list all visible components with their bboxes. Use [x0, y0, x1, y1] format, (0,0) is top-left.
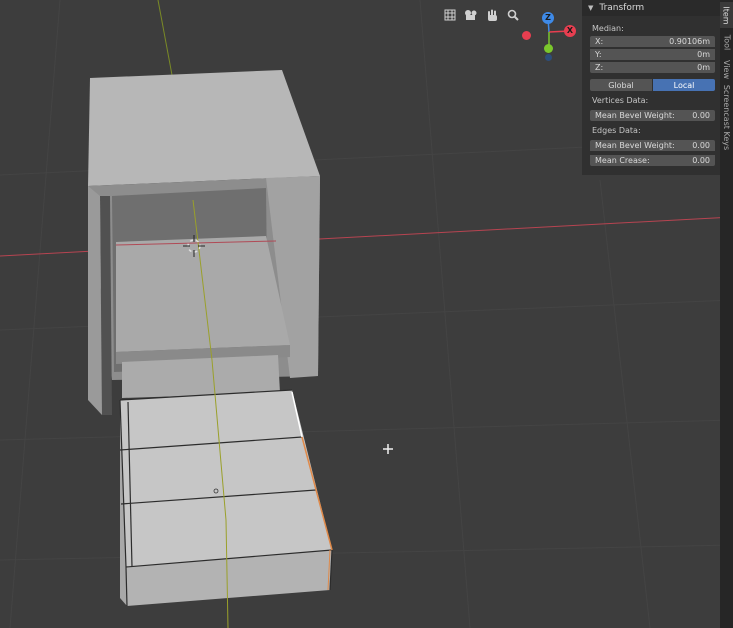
- median-y-field[interactable]: Y: 0m: [590, 49, 715, 60]
- tab-tool[interactable]: Tool: [720, 30, 733, 54]
- median-z-field[interactable]: Z: 0m: [590, 62, 715, 73]
- tab-view-label: View: [722, 59, 732, 79]
- gizmo-neg-x-axis[interactable]: [522, 31, 531, 40]
- tab-screencast-keys-label: Screencast Keys: [722, 84, 732, 150]
- caret-down-icon: ▼: [588, 4, 594, 12]
- sidebar-panel: ▼ Transform Median: X: 0.90106m Y: 0m Z:…: [582, 0, 720, 175]
- grid-perspective-icon[interactable]: [441, 6, 459, 24]
- edge-mean-bevel-weight-label: Mean Bevel Weight:: [595, 141, 675, 150]
- edge-mean-bevel-weight-value: 0.00: [692, 141, 710, 150]
- median-x-value: 0.90106m: [669, 37, 710, 46]
- gizmo-y-axis[interactable]: [544, 44, 553, 53]
- transform-panel-header[interactable]: ▼ Transform: [582, 0, 720, 16]
- edge-mean-crease-value: 0.00: [692, 156, 710, 165]
- edge-mean-bevel-weight-field[interactable]: Mean Bevel Weight: 0.00: [590, 140, 715, 151]
- global-toggle[interactable]: Global: [590, 79, 652, 91]
- hand-pan-icon[interactable]: [483, 6, 501, 24]
- local-toggle[interactable]: Local: [653, 79, 715, 91]
- local-toggle-label: Local: [673, 80, 695, 90]
- edge-mean-crease-label: Mean Crease:: [595, 156, 650, 165]
- gizmo-z-label: Z: [545, 13, 551, 22]
- global-toggle-label: Global: [608, 80, 634, 90]
- blender-window: Z X ▼ Transform Median: X: 0.90106m Y: 0…: [0, 0, 733, 628]
- median-x-field[interactable]: X: 0.90106m: [590, 36, 715, 47]
- camera-icon[interactable]: [462, 6, 480, 24]
- median-z-label: Z:: [595, 63, 604, 72]
- transform-panel-title: Transform: [599, 3, 645, 13]
- tab-screencast-keys[interactable]: Screencast Keys: [720, 84, 733, 150]
- edge-mean-crease-field[interactable]: Mean Crease: 0.00: [590, 155, 715, 166]
- vertices-data-heading: Vertices Data:: [592, 96, 649, 105]
- median-label: Median:: [592, 24, 624, 33]
- vertex-mean-bevel-weight-label: Mean Bevel Weight:: [595, 111, 675, 120]
- gizmo-neg-y-axis[interactable]: [545, 54, 552, 61]
- tab-item-label: Item: [722, 5, 731, 25]
- navigation-gizmo[interactable]: Z X: [518, 8, 580, 64]
- median-x-label: X:: [595, 37, 604, 46]
- vertex-mean-bevel-weight-value: 0.00: [692, 111, 710, 120]
- sidebar-tabs: Item Tool View Screencast Keys: [720, 0, 733, 628]
- median-y-value: 0m: [697, 50, 710, 59]
- gizmo-x-label: X: [566, 26, 574, 35]
- tab-item[interactable]: Item: [720, 2, 733, 28]
- median-y-label: Y:: [595, 50, 602, 59]
- edges-data-heading: Edges Data:: [592, 126, 641, 135]
- tab-tool-label: Tool: [722, 34, 732, 50]
- tab-view[interactable]: View: [720, 56, 733, 82]
- median-z-value: 0m: [697, 63, 710, 72]
- vertex-mean-bevel-weight-field[interactable]: Mean Bevel Weight: 0.00: [590, 110, 715, 121]
